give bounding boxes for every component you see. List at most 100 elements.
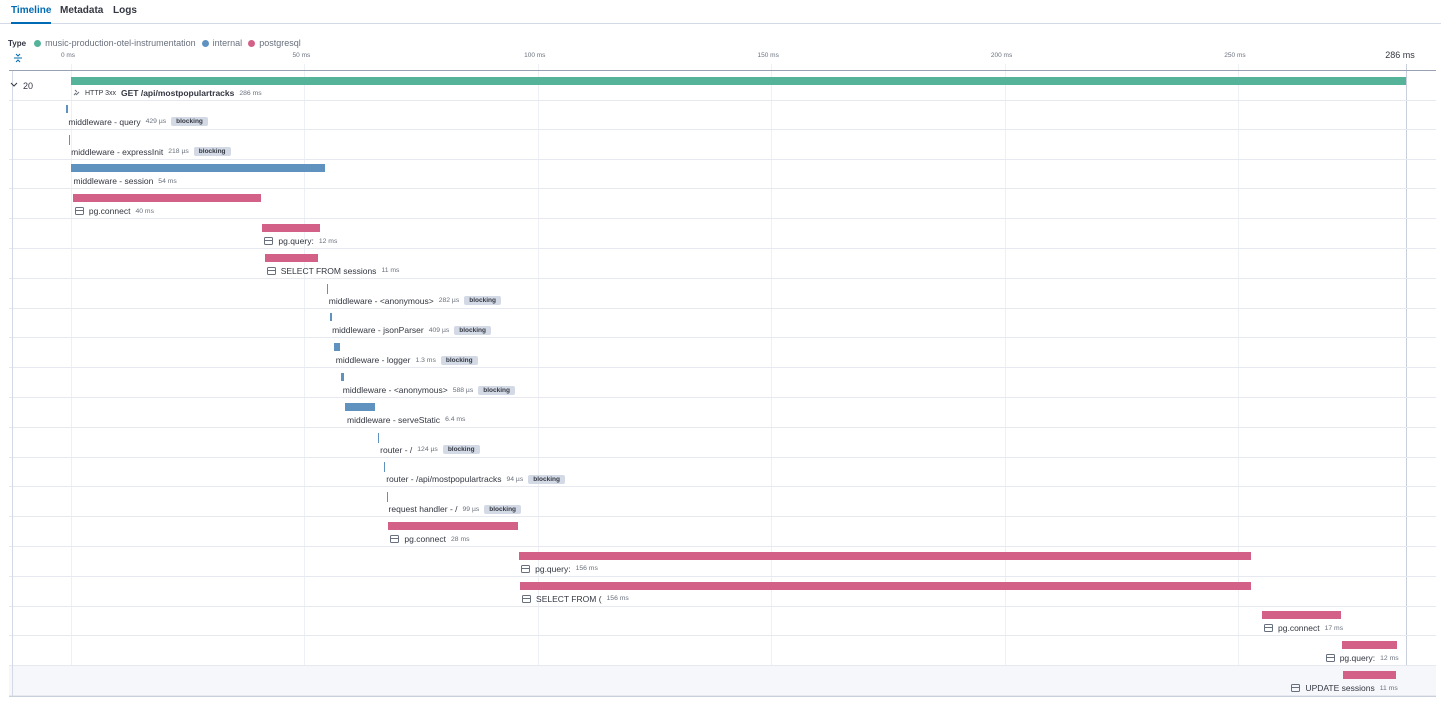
- span-row[interactable]: UPDATE sessions 11 ms: [9, 666, 1436, 696]
- span-bar[interactable]: [520, 581, 1251, 590]
- span-label: request handler - / 99 µs blocking: [389, 504, 522, 514]
- span-row[interactable]: pg.connect 28 ms: [9, 517, 1436, 547]
- span-duration: 12 ms: [1380, 654, 1399, 662]
- span-bar[interactable]: [386, 492, 388, 503]
- span-duration: 17 ms: [1324, 624, 1344, 632]
- http-status: HTTP 3xx: [85, 89, 116, 97]
- span-bar[interactable]: [262, 224, 321, 232]
- span-name: pg.connect: [1278, 623, 1320, 634]
- span-duration: 429 µs: [145, 118, 167, 126]
- span-name: middleware - <anonymous>: [328, 295, 434, 306]
- span-name: middleware - <anonymous>: [342, 385, 448, 395]
- legend-item-label: internal: [212, 38, 243, 48]
- span-bar[interactable]: [345, 402, 375, 411]
- span-row[interactable]: middleware - serveStatic 6.4 ms: [9, 397, 1436, 428]
- span-duration: 12 ms: [318, 237, 338, 245]
- span-bar[interactable]: [66, 104, 69, 113]
- span-bar[interactable]: [378, 432, 380, 443]
- tree-line: [12, 248, 13, 279]
- tree-line: [12, 99, 13, 130]
- span-duration: 409 µs: [428, 326, 450, 334]
- span-row[interactable]: pg.query: 12 ms: [9, 636, 1436, 667]
- root-span-row[interactable]: 20 HTTP 3xx GET /api/mostpopulartracks 286 …: [9, 70, 1436, 101]
- span-duration: 28 ms: [451, 535, 470, 543]
- blocking-badge: blocking: [528, 474, 565, 484]
- span-row[interactable]: middleware - jsonParser 409 µs blocking: [9, 308, 1436, 339]
- span-duration: 588 µs: [452, 386, 474, 394]
- span-row[interactable]: middleware - session 54 ms: [9, 159, 1436, 190]
- database-icon: [1264, 624, 1274, 633]
- span-row[interactable]: SELECT FROM sessions 11 ms: [9, 248, 1436, 279]
- tree-line: [12, 487, 13, 518]
- span-bar[interactable]: [71, 164, 325, 173]
- tab-metadata[interactable]: Metadata: [60, 4, 103, 22]
- span-row[interactable]: middleware - logger 1.3 ms blocking: [9, 338, 1436, 369]
- span-name: SELECT FROM sessions: [280, 265, 377, 276]
- span-row[interactable]: SELECT FROM ( 156 ms: [9, 576, 1436, 607]
- span-name: pg.connect: [404, 534, 446, 544]
- tree-line: [12, 457, 13, 488]
- child-count: 20: [23, 81, 34, 91]
- tree-line: [12, 606, 13, 637]
- span-duration: 124 µs: [417, 446, 438, 454]
- span-bar[interactable]: [1342, 671, 1396, 679]
- span-name: pg.query:: [1339, 653, 1376, 664]
- span-row[interactable]: pg.query: 156 ms: [9, 546, 1436, 577]
- span-row[interactable]: router - / 124 µs blocking: [9, 427, 1436, 458]
- span-name: middleware - expressInit: [71, 146, 164, 157]
- span-row[interactable]: pg.connect 17 ms: [9, 606, 1436, 637]
- blocking-badge: blocking: [442, 445, 480, 455]
- legend-item-internal: internal: [201, 38, 243, 48]
- span-row[interactable]: router - /api/mostpopulartracks 94 µs bloc…: [9, 457, 1436, 488]
- span-bar[interactable]: [388, 522, 518, 530]
- span-row[interactable]: pg.connect 40 ms: [9, 189, 1436, 220]
- span-row[interactable]: middleware - query 429 µs blocking: [9, 99, 1436, 130]
- span-duration: 286 ms: [239, 89, 262, 97]
- span-label: UPDATE sessions 11 ms: [1291, 683, 1398, 693]
- tree-line: [12, 546, 13, 577]
- span-duration: 282 µs: [438, 297, 460, 305]
- tab-logs[interactable]: Logs: [113, 4, 137, 22]
- span-bar[interactable]: [1341, 641, 1397, 650]
- span-bar[interactable]: [384, 462, 386, 473]
- span-label: pg.query: 156 ms: [521, 564, 598, 574]
- tree-line: [12, 576, 13, 607]
- span-bar[interactable]: [519, 551, 1252, 560]
- tick-label: 50 ms: [292, 52, 311, 59]
- blocking-badge: blocking: [464, 296, 501, 306]
- span-bar[interactable]: [333, 343, 340, 352]
- tree-line: [12, 278, 13, 309]
- span-row[interactable]: request handler - / 99 µs blocking: [9, 487, 1436, 518]
- span-bar[interactable]: [69, 134, 71, 145]
- span-row[interactable]: middleware - expressInit 218 µs blocking: [9, 129, 1436, 160]
- span-bar[interactable]: [72, 194, 262, 203]
- span-name: UPDATE sessions: [1305, 683, 1375, 693]
- span-bar[interactable]: [71, 77, 1406, 85]
- span-row[interactable]: pg.query: 12 ms: [9, 219, 1436, 249]
- blocking-badge: blocking: [193, 147, 231, 157]
- span-name: middleware - serveStatic: [347, 414, 441, 425]
- span-name: middleware - logger: [335, 355, 411, 366]
- type-legend: Type music-production-otel-instrumentati…: [8, 37, 307, 49]
- span-duration: 54 ms: [158, 177, 177, 185]
- span-duration: 1.3 ms: [415, 356, 436, 364]
- tree-line: [12, 427, 13, 458]
- span-row[interactable]: middleware - <anonymous> 282 µs blocking: [9, 278, 1436, 309]
- span-bar[interactable]: [264, 253, 318, 262]
- span-duration: 156 ms: [606, 595, 629, 603]
- database-icon: [264, 237, 274, 245]
- span-row[interactable]: middleware - <anonymous> 588 µs blocking: [9, 368, 1436, 398]
- span-name: SELECT FROM (: [536, 593, 602, 604]
- legend-item-label: postgresql: [259, 38, 301, 48]
- collapse-all-icon[interactable]: [12, 52, 24, 64]
- tree-line: [12, 159, 13, 190]
- tab-timeline[interactable]: Timeline: [11, 4, 52, 24]
- span-bar[interactable]: [326, 283, 328, 294]
- span-bar[interactable]: [340, 373, 344, 381]
- span-bar[interactable]: [330, 313, 332, 322]
- blocking-badge: blocking: [484, 504, 522, 514]
- span-bar[interactable]: [1261, 611, 1342, 620]
- tick-label: 150 ms: [757, 52, 779, 59]
- tick-label: 0 ms: [60, 52, 76, 59]
- span-toggle[interactable]: 20: [10, 81, 33, 91]
